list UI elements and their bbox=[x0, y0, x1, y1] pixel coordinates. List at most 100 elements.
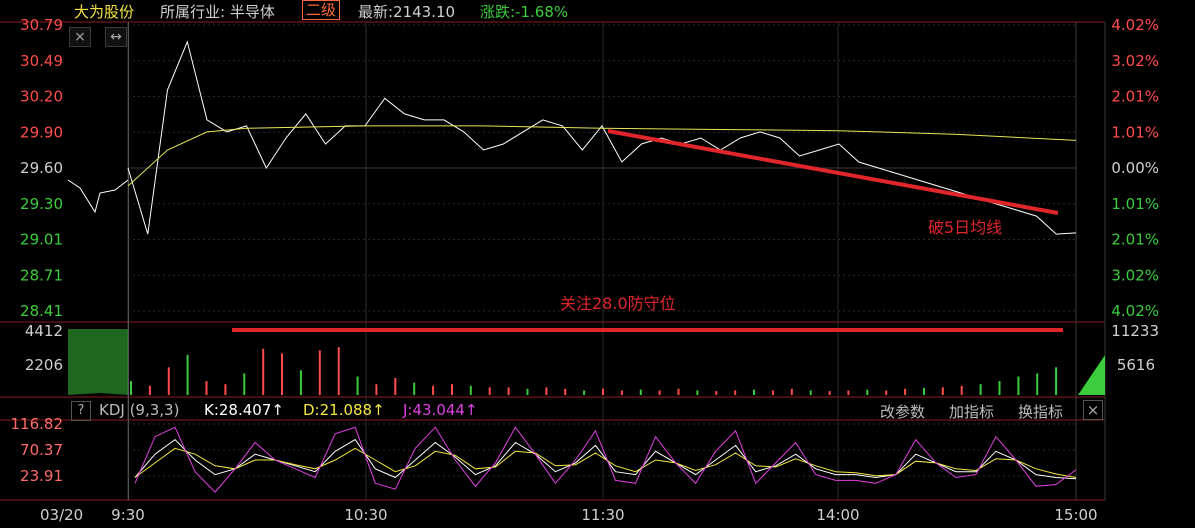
volume-bar bbox=[413, 382, 416, 395]
pct-tick-label: 2.01% bbox=[1111, 231, 1159, 249]
volume-bar bbox=[564, 388, 567, 395]
volume-bar bbox=[998, 381, 1001, 395]
volume-bar bbox=[904, 388, 907, 395]
volume-bar bbox=[167, 367, 170, 395]
volume-bar bbox=[1017, 376, 1020, 395]
series-price-line bbox=[127, 40, 1077, 235]
volume-bar bbox=[1036, 373, 1039, 395]
volume-bar bbox=[130, 381, 132, 395]
price-tick-label: 29.60 bbox=[20, 159, 63, 177]
volume-bar bbox=[186, 354, 189, 395]
watch-level-annotation: 关注28.0防守位 bbox=[560, 294, 676, 313]
volume-bar bbox=[866, 389, 869, 395]
time-tick-label: 03/20 bbox=[40, 506, 83, 524]
series-avg-line bbox=[127, 125, 1077, 187]
price-tick-label: 30.79 bbox=[20, 16, 63, 34]
volume-bar bbox=[148, 385, 151, 395]
volume-bar bbox=[526, 388, 529, 395]
price-tick-label: 29.90 bbox=[20, 123, 63, 141]
time-tick-label: 15:00 bbox=[1054, 506, 1097, 524]
volume-bar bbox=[677, 388, 680, 395]
industry-label: 所属行业: 半导体 bbox=[160, 3, 275, 21]
time-tick-label: 14:00 bbox=[816, 506, 859, 524]
add-indicator-button[interactable]: 加指标 bbox=[949, 401, 994, 422]
volume-bar bbox=[337, 347, 340, 395]
close-icon[interactable]: × bbox=[69, 27, 91, 47]
volume-bar bbox=[923, 388, 925, 395]
pct-tick-label: 4.02% bbox=[1111, 16, 1159, 34]
volume-right-label: 11233 bbox=[1111, 322, 1159, 340]
kdj-tick-label: 70.37 bbox=[20, 441, 63, 459]
volume-bar bbox=[885, 390, 888, 395]
time-tick-label: 10:30 bbox=[344, 506, 387, 524]
price-tick-label: 30.20 bbox=[20, 88, 63, 106]
stock-name[interactable]: 大为股份 bbox=[74, 1, 134, 22]
volume-bar bbox=[809, 390, 812, 395]
kdj-j-value: J:43.044↑ bbox=[403, 401, 478, 419]
volume-bar bbox=[715, 391, 718, 395]
pct-tick-label: 3.02% bbox=[1111, 52, 1159, 70]
volume-bar bbox=[243, 373, 246, 395]
volume-bar bbox=[545, 387, 548, 395]
volume-bar bbox=[734, 390, 737, 395]
volume-bar bbox=[318, 350, 321, 395]
volume-bar bbox=[960, 385, 963, 395]
volume-bar bbox=[790, 388, 793, 395]
volume-bar bbox=[375, 384, 378, 395]
volume-bar bbox=[394, 378, 397, 395]
level-badge[interactable]: 二级 bbox=[302, 0, 341, 20]
pct-tick-label: 2.01% bbox=[1111, 88, 1159, 106]
volume-bar bbox=[828, 391, 831, 395]
volume-bar bbox=[432, 385, 435, 395]
pct-tick-label: 0.00% bbox=[1111, 159, 1159, 177]
volume-bar bbox=[356, 376, 359, 395]
price-tick-label: 28.41 bbox=[20, 302, 63, 320]
price-tick-label: 28.71 bbox=[20, 266, 63, 284]
volume-bar bbox=[771, 390, 774, 395]
kdj-k-value: K:28.407↑ bbox=[204, 401, 284, 419]
volume-bar bbox=[602, 388, 604, 395]
volume-bar bbox=[753, 389, 755, 395]
volume-bar bbox=[469, 385, 472, 395]
break-ma-annotation: 破5日均线 bbox=[928, 218, 1003, 237]
volume-bar bbox=[583, 390, 586, 395]
volume-bar bbox=[281, 353, 283, 395]
resize-icon[interactable]: ↔ bbox=[105, 27, 127, 47]
volume-right-label: 5616 bbox=[1117, 356, 1155, 374]
kdj-d-value: D:21.088↑ bbox=[303, 401, 385, 419]
pct-tick-label: 3.02% bbox=[1111, 266, 1159, 284]
switch-indicator-button[interactable]: 换指标 bbox=[1018, 401, 1063, 422]
volume-bar bbox=[262, 348, 265, 395]
help-icon[interactable]: ? bbox=[71, 401, 91, 421]
preopen-volume bbox=[68, 329, 128, 395]
volume-bar bbox=[979, 384, 982, 395]
latest-value: 最新:2143.10 bbox=[358, 3, 456, 21]
volume-bar bbox=[658, 390, 661, 395]
close-volume-block bbox=[1078, 355, 1105, 395]
volume-bar bbox=[696, 390, 699, 395]
kdj-tick-label: 23.91 bbox=[20, 467, 63, 485]
time-tick-label: 11:30 bbox=[581, 506, 624, 524]
change-value: 涨跌:-1.68% bbox=[480, 3, 569, 21]
volume-bar bbox=[488, 387, 491, 395]
volume-bar bbox=[639, 389, 642, 395]
change-params-button[interactable]: 改参数 bbox=[880, 401, 925, 422]
pct-tick-label: 4.02% bbox=[1111, 302, 1159, 320]
kdj-close-icon[interactable]: × bbox=[1083, 400, 1103, 420]
volume-bar bbox=[205, 381, 208, 395]
volume-tick-label: 4412 bbox=[25, 322, 63, 340]
chart-canvas: 30.79 4.02% 30.49 3.02% 30.20 2.01% 29.90 1.01%… bbox=[0, 16, 1159, 524]
volume-bar bbox=[941, 387, 944, 395]
price-tick-label: 29.01 bbox=[20, 231, 63, 249]
volume-bar bbox=[620, 390, 623, 395]
session-start-line bbox=[128, 22, 129, 500]
pct-tick-label: 1.01% bbox=[1111, 195, 1159, 213]
volume-bar bbox=[507, 387, 510, 395]
kdj-tick-label: 116.82 bbox=[11, 415, 64, 433]
volume-bar bbox=[847, 390, 850, 395]
preopen-line bbox=[67, 179, 129, 214]
volume-tick-label: 2206 bbox=[25, 356, 63, 374]
trend-line bbox=[607, 129, 1059, 215]
volume-bar bbox=[451, 384, 453, 395]
kdj-name: KDJ (9,3,3) bbox=[99, 401, 180, 419]
